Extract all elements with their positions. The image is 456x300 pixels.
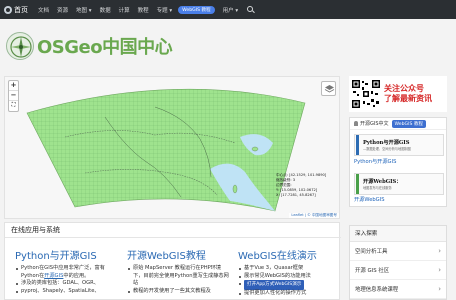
list-item: 提供更加人性化的操作方式 [238, 290, 340, 298]
explore-title: 深入探索 [350, 226, 446, 242]
nav-item-docs[interactable]: 文档 [38, 6, 49, 14]
book-title: Python与开源GIS [363, 139, 410, 146]
list-item: 涉及的类库包括：GDAL、OGR、 [15, 280, 117, 288]
column-heading[interactable]: Python与开源GIS [15, 247, 117, 262]
section-title: 在线应用与系统 [11, 226, 60, 234]
nav-item-tutorials[interactable]: 教程 [138, 6, 149, 14]
nav-item-compute[interactable]: 计算 [119, 6, 130, 14]
search-icon[interactable] [247, 6, 254, 13]
chevron-right-icon: › [438, 285, 441, 293]
open-gis-link[interactable]: 开源GIS [44, 273, 63, 279]
list-item: Python在GIS中应用非常广泛，富有Python在开源GIS中的应用。 [15, 265, 117, 280]
online-apps-section: 在线应用与系统 Python与开源GIS Python在GIS中应用非常广泛，富… [4, 222, 341, 300]
zoom-controls: + − ⛶ [8, 80, 19, 112]
explore-item-label: 开源 GIS 社区 [355, 268, 390, 274]
zoom-in-button[interactable]: + [9, 81, 18, 91]
chevron-right-icon: › [438, 247, 441, 255]
explore-item-label: 地理信息系统课程 [355, 287, 399, 293]
map-bounds-ne: X: [17.7281, 45.8267] [276, 193, 316, 197]
wechat-ad[interactable]: 关注公众号 了解最新资讯 [349, 76, 447, 112]
nav-item-resources[interactable]: 资源 [57, 6, 68, 14]
list-item: 展示常见WebGIS的功能用法 [238, 273, 340, 281]
fullscreen-button[interactable]: ⛶ [9, 101, 18, 111]
list-item: pyproj、Shapely、SpatiaLite、 [15, 288, 117, 296]
book-open-webgis[interactable]: 开源WebGIS： 地图发布与在线服务 [354, 173, 444, 195]
pin-icon [354, 121, 358, 126]
layers-icon[interactable] [321, 81, 336, 96]
ad-text: 关注公众号 了解最新资讯 [384, 84, 432, 104]
nav-item-topics[interactable]: 专题 ▾ [157, 6, 173, 14]
book-subtitle: —数据处理、空间分析与地图制图 [363, 146, 411, 151]
book-python-gis[interactable]: Python与开源GIS —数据处理、空间分析与地图制图 [354, 134, 444, 156]
explore-item-open-gis-community[interactable]: 开源 GIS 社区 › [350, 261, 446, 280]
leaflet-link[interactable]: Leaflet | © 中国地图审图号 [291, 213, 337, 217]
top-navbar: 首页 文档 资源 地图 ▾ 数据 计算 教程 专题 ▾ WebGIS 教程 用户… [0, 0, 456, 19]
ad-line-1: 关注公众号 [384, 84, 424, 93]
course-card-header: 开源GIS中文 WebGIS 教程 [350, 118, 446, 130]
list-item: 原始 MapServer 教程运行在PHP环境下，目前完全使用Python重写生… [127, 265, 229, 288]
site-title: OSGeo中国中心 [37, 37, 173, 58]
column-open-webgis: 开源WebGIS教程 原始 MapServer 教程运行在PHP环境下，目前完全… [127, 247, 229, 295]
column-heading[interactable]: WebGIS在线演示 [238, 247, 340, 262]
column-webgis-demo: WebGIS在线演示 基于Vue 3，Quasar框架 展示常见WebGIS的功… [238, 247, 340, 297]
osgeo-logo-icon [6, 32, 34, 60]
explore-item-gis-course[interactable]: 地理信息系统课程 › [350, 280, 446, 299]
nav-item-user[interactable]: 用户 ▾ [223, 6, 239, 14]
explore-panel: 深入探索 空间分析工具 › 开源 GIS 社区 › 地理信息系统课程 › [349, 225, 447, 300]
home-link[interactable]: 首页 [0, 5, 32, 15]
list-item: 教程的开发使用了一些其文教程及 [127, 288, 229, 296]
column-heading[interactable]: 开源WebGIS教程 [127, 247, 229, 262]
explore-item-label: 空间分析工具 [355, 249, 388, 255]
map-info-panel: 中心点: [42.1529, 101.9890] 缩放级别: 3 边界范围: Y… [276, 173, 339, 198]
course-card-title: 开源GIS中文 [360, 121, 389, 127]
book-caption-link[interactable]: Python与开源GIS [354, 158, 396, 165]
explore-item-spatial-analysis[interactable]: 空间分析工具 › [350, 242, 446, 261]
webgis-tutorial-button[interactable]: WebGIS 教程 [391, 119, 427, 128]
list-item: 打开App方式WebGIS演示 [238, 280, 340, 290]
chevron-right-icon: › [438, 266, 441, 274]
map-viewer[interactable]: + − ⛶ 中心点: [42.1529, 101.9890] 缩放级别: 3 边… [4, 76, 340, 219]
section-divider [5, 237, 341, 238]
book-subtitle: 地图发布与在线服务 [363, 185, 392, 190]
ad-line-2: 了解最新资讯 [384, 94, 432, 103]
webgis-badge[interactable]: WebGIS 教程 [178, 5, 215, 14]
book-caption-link[interactable]: 开源WebGIS [354, 196, 385, 203]
map-attribution[interactable]: Leaflet | © 中国地图审图号 [289, 213, 339, 218]
site-logo[interactable]: OSGeo中国中心 [6, 32, 173, 60]
home-icon [4, 5, 12, 14]
column-python-gis: Python与开源GIS Python在GIS中应用非常广泛，富有Python在… [15, 247, 117, 295]
course-card: 开源GIS中文 WebGIS 教程 Python与开源GIS —数据处理、空间分… [349, 117, 447, 207]
nav-item-maps[interactable]: 地图 ▾ [76, 6, 92, 14]
book-title: 开源WebGIS： [363, 178, 402, 185]
open-webgis-demo-button[interactable]: 打开App方式WebGIS演示 [244, 280, 305, 290]
zoom-out-button[interactable]: − [9, 91, 18, 101]
nav-item-data[interactable]: 数据 [100, 6, 111, 14]
home-label: 首页 [14, 5, 28, 14]
qr-code-icon [351, 79, 381, 109]
list-item: 基于Vue 3，Quasar框架 [238, 265, 340, 273]
